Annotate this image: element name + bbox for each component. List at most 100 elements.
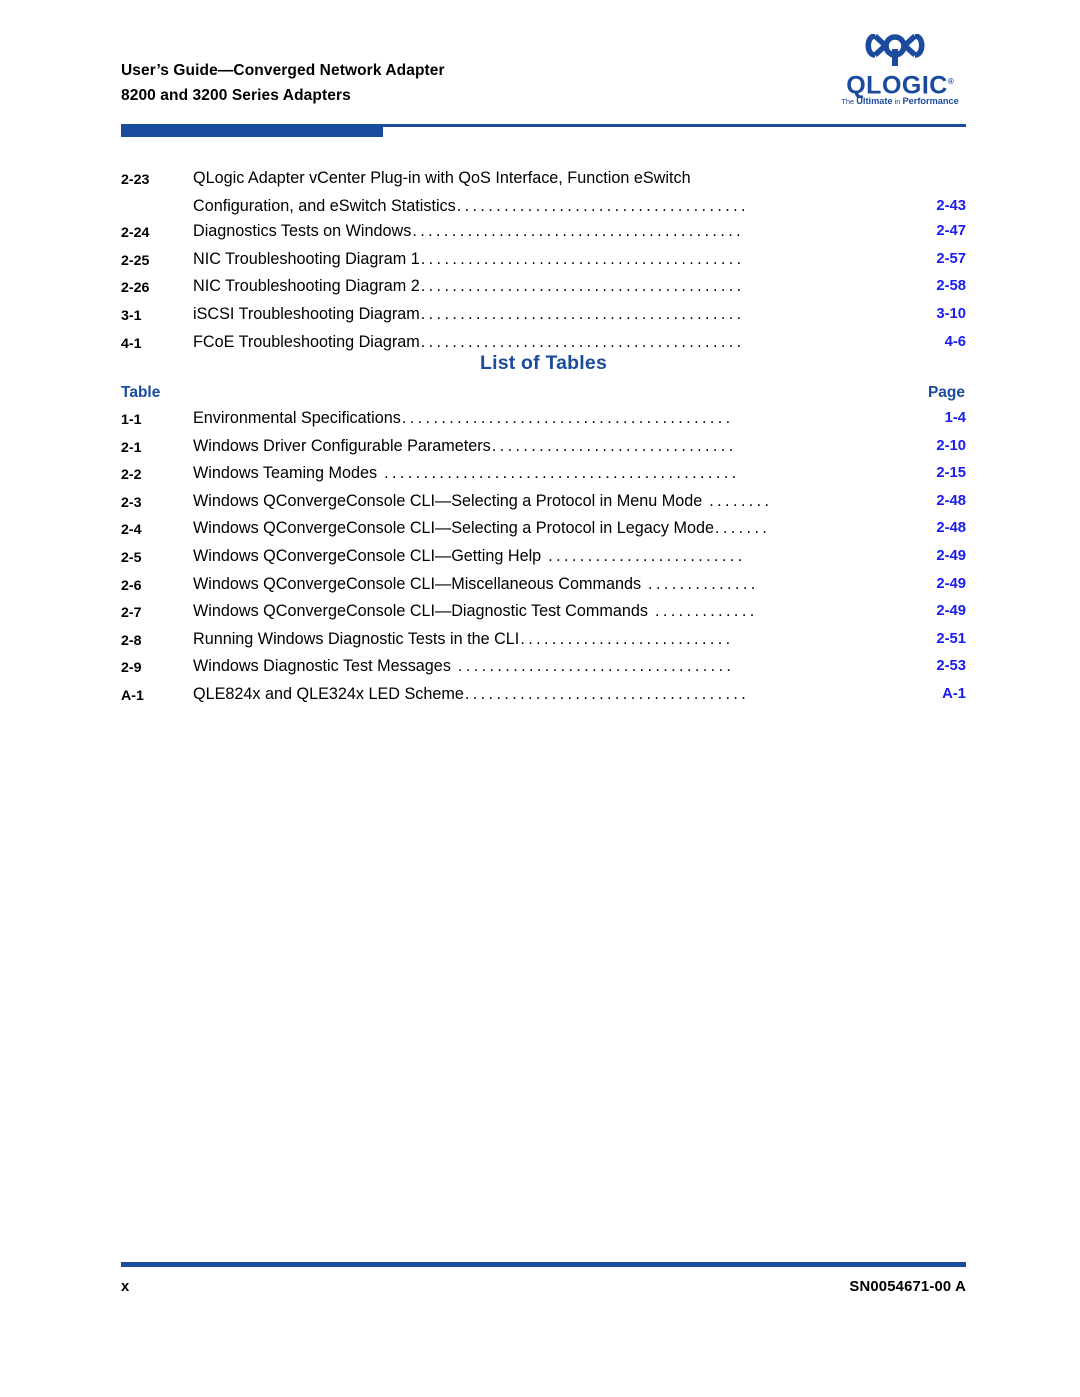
toc-leader-dots: ........................................… — [401, 409, 734, 426]
column-header-table: Table — [121, 384, 161, 401]
toc-leader-dots: ........................................… — [384, 464, 740, 482]
toc-leader-dots: ............................... — [491, 436, 737, 454]
table-item-number: 2-3 — [121, 494, 142, 511]
toc-item-title: NIC Troubleshooting Diagram 2 — [193, 277, 420, 296]
table-item-title: Windows QConvergeConsole CLI—Selecting a… — [193, 519, 714, 538]
document-page: User’s Guide—Converged Network Adapter 8… — [0, 0, 1080, 1397]
header-title-line-2: 8200 and 3200 Series Adapters — [121, 87, 351, 104]
list-of-tables-heading: List of Tables — [479, 352, 608, 374]
toc-row[interactable]: 2-25 NIC Troubleshooting Diagram 1 .....… — [121, 247, 966, 275]
toc-page-number[interactable]: 2-47 — [900, 219, 966, 245]
toc-leader-dots: ........................................… — [412, 222, 745, 240]
toc-item-title: iSCSI Troubleshooting Diagram — [193, 304, 420, 323]
footer-document-number: SN0054671-00 A — [849, 1279, 966, 1295]
table-row[interactable]: 1-1 Environmental Specifications .......… — [121, 406, 966, 434]
table-item-title: Environmental Specifications — [193, 409, 401, 427]
table-item-title: Windows QConvergeConsole CLI—Getting Hel… — [193, 546, 542, 565]
toc-page-number[interactable]: 2-43 — [900, 194, 966, 220]
table-item-number: 2-9 — [121, 660, 142, 677]
table-item-title: Windows QConvergeConsole CLI—Diagnostic … — [193, 602, 648, 621]
toc-row[interactable]: 3-1 iSCSI Troubleshooting Diagram ......… — [121, 302, 966, 330]
table-row[interactable]: 2-8 Running Windows Diagnostic Tests in … — [121, 627, 966, 655]
toc-row[interactable]: 2-23 QLogic Adapter vCenter Plug-in with… — [121, 166, 966, 219]
table-page-number[interactable]: 2-48 — [900, 516, 966, 542]
footer-page-number: x — [121, 1279, 130, 1295]
tagline-the: The — [841, 97, 857, 106]
table-row[interactable]: A-1 QLE824x and QLE324x LED Scheme .....… — [121, 682, 966, 710]
toc-item-number: 2-23 — [121, 172, 150, 188]
table-item-title: Windows Teaming Modes — [193, 464, 378, 483]
qlogic-wordmark: QLOGIC® — [834, 68, 966, 99]
toc-leader-dots: ............. — [654, 602, 758, 620]
page-footer: x SN0054671-00 A — [121, 1279, 966, 1295]
table-page-number[interactable]: 2-49 — [900, 544, 966, 570]
header-title-block: User’s Guide—Converged Network Adapter 8… — [121, 58, 445, 108]
table-page-number[interactable]: 2-49 — [900, 572, 966, 598]
table-item-number: 1-1 — [121, 412, 142, 428]
toc-item-title: QLogic Adapter vCenter Plug-in with QoS … — [193, 169, 691, 187]
toc-leader-dots: ................................... — [457, 657, 735, 675]
table-item-title: Windows QConvergeConsole CLI—Miscellaneo… — [193, 574, 642, 593]
toc-item-number: 3-1 — [121, 307, 142, 324]
toc-row[interactable]: 2-24 Diagnostics Tests on Windows ......… — [121, 219, 966, 247]
table-page-number[interactable]: 1-4 — [900, 406, 966, 432]
table-item-number: 2-6 — [121, 577, 142, 594]
tagline-performance: Performance — [902, 96, 959, 106]
toc-leader-dots: ........................... — [520, 629, 734, 647]
toc-leader-dots: ........................................… — [420, 332, 745, 350]
toc-leader-dots: ........ — [709, 491, 773, 509]
table-item-title: QLE824x and QLE324x LED Scheme — [193, 684, 464, 703]
table-page-number[interactable]: 2-51 — [900, 627, 966, 653]
footer-rule — [121, 1262, 966, 1267]
table-item-number: 2-1 — [121, 439, 142, 456]
table-row[interactable]: 2-7 Windows QConvergeConsole CLI—Diagnos… — [121, 599, 966, 627]
table-page-number[interactable]: 2-10 — [900, 434, 966, 460]
table-row[interactable]: 2-5 Windows QConvergeConsole CLI—Getting… — [121, 544, 966, 572]
table-row[interactable]: 2-3 Windows QConvergeConsole CLI—Selecti… — [121, 489, 966, 517]
list-of-tables-column-headers: Table Page — [121, 384, 966, 402]
table-item-number: 2-4 — [121, 522, 142, 539]
registered-mark-icon: ® — [947, 77, 954, 86]
table-item-number: 2-5 — [121, 549, 142, 566]
toc-leader-dots: ........................................… — [420, 249, 745, 267]
toc-leader-dots: ....... — [714, 519, 771, 537]
table-item-title: Windows Diagnostic Test Messages — [193, 657, 451, 676]
toc-row[interactable]: 2-26 NIC Troubleshooting Diagram 2 .....… — [121, 274, 966, 302]
table-row[interactable]: 2-9 Windows Diagnostic Test Messages ...… — [121, 654, 966, 682]
table-item-number: A-1 — [121, 687, 144, 704]
table-row[interactable]: 2-4 Windows QConvergeConsole CLI—Selecti… — [121, 516, 966, 544]
table-item-number: 2-2 — [121, 467, 142, 484]
table-row[interactable]: 2-1 Windows Driver Configurable Paramete… — [121, 434, 966, 462]
toc-item-number: 2-26 — [121, 280, 150, 297]
toc-leader-dots: ........................................… — [420, 277, 745, 295]
toc-page-number[interactable]: 2-57 — [900, 247, 966, 273]
tagline-in: in — [892, 97, 903, 106]
list-of-figures-continued: 2-23 QLogic Adapter vCenter Plug-in with… — [121, 166, 966, 357]
column-header-page: Page — [927, 384, 965, 401]
toc-leader-dots: .............. — [648, 574, 759, 592]
table-item-title: Windows Driver Configurable Parameters — [193, 436, 491, 455]
table-page-number[interactable]: 2-49 — [900, 599, 966, 625]
header-title-line-1: User’s Guide—Converged Network Adapter — [121, 62, 445, 79]
toc-item-number: 2-24 — [121, 225, 150, 242]
toc-page-number[interactable]: 2-58 — [900, 274, 966, 300]
table-page-number[interactable]: 2-15 — [900, 461, 966, 487]
table-row[interactable]: 2-6 Windows QConvergeConsole CLI—Miscell… — [121, 572, 966, 600]
table-page-number[interactable]: A-1 — [900, 682, 966, 708]
qlogic-logo: QLOGIC® The Ultimate in Performance — [834, 34, 966, 120]
table-row[interactable]: 2-2 Windows Teaming Modes ..............… — [121, 461, 966, 489]
table-page-number[interactable]: 2-53 — [900, 654, 966, 680]
toc-item-title-continued: Configuration, and eSwitch Statistics — [193, 196, 456, 215]
tagline-ultimate: Ultimate — [856, 96, 893, 106]
table-item-number: 2-7 — [121, 605, 142, 622]
toc-item-title: Diagnostics Tests on Windows — [193, 222, 412, 241]
list-of-tables-body: 1-1 Environmental Specifications .......… — [121, 406, 966, 710]
table-item-title: Running Windows Diagnostic Tests in the … — [193, 629, 520, 648]
table-page-number[interactable]: 2-48 — [900, 489, 966, 515]
table-item-title: Windows QConvergeConsole CLI—Selecting a… — [193, 491, 703, 510]
toc-page-number[interactable]: 3-10 — [900, 302, 966, 328]
table-item-number: 2-8 — [121, 632, 142, 649]
toc-leader-dots: .................................... — [464, 684, 750, 702]
toc-item-number: 2-25 — [121, 252, 150, 269]
qlogic-logomark-icon — [865, 34, 925, 66]
